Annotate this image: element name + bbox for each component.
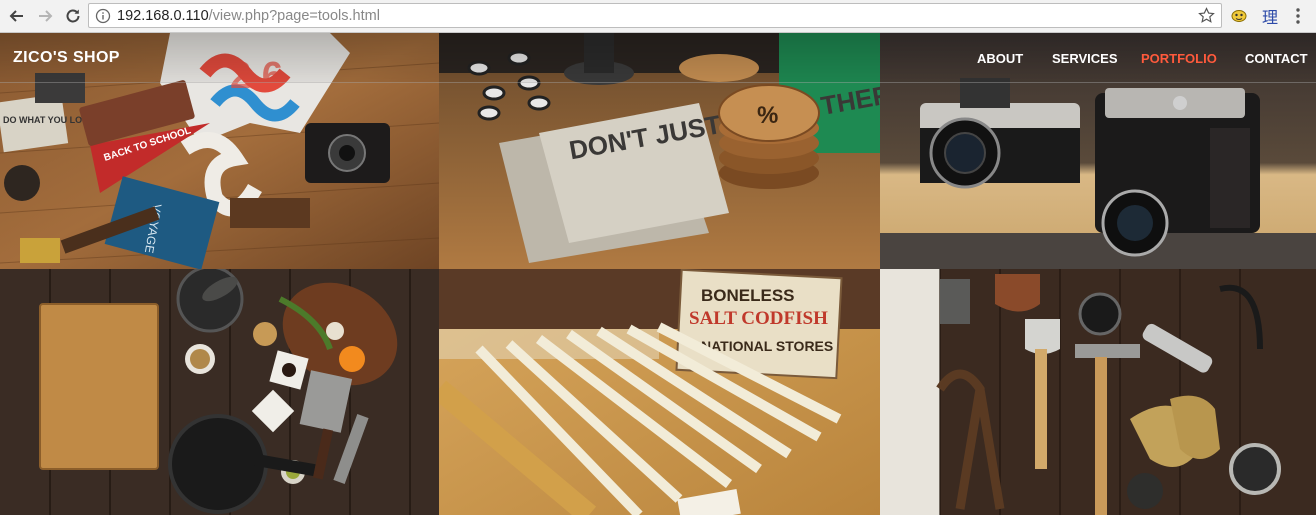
card-text: DO WHAT YOU LOVE <box>3 115 94 125</box>
sign-line-1: BONELESS <box>701 286 795 305</box>
portfolio-item-rulers[interactable]: BONELESS SALT CODFISH NATIONAL STORES <box>439 269 880 515</box>
back-button[interactable] <box>4 3 30 29</box>
site-info-icon[interactable] <box>92 5 114 27</box>
more-menu-icon[interactable] <box>1296 8 1300 29</box>
forward-arrow-icon <box>39 10 53 22</box>
url-host: 192.168.0.110 <box>117 7 209 24</box>
site-navbar: ZICO'S SHOP ABOUT SERVICES PORTFOLIO CON… <box>0 33 1316 83</box>
site-brand-logo[interactable]: ZICO'S SHOP <box>13 49 120 67</box>
tools-photo <box>880 269 1316 515</box>
nav-link-contact[interactable]: CONTACT <box>1245 51 1308 66</box>
web-page: 2.6 BACK TO SCHOOL DO WHAT YOU LOVE VOYA… <box>0 33 1316 515</box>
rulers-photo: BONELESS SALT CODFISH NATIONAL STORES <box>439 269 880 515</box>
coaster-stack: % <box>718 84 820 189</box>
address-bar[interactable]: 192.168.0.110/view.php?page=tools.html <box>88 3 1222 28</box>
bookmark-star-icon[interactable] <box>1198 7 1215 29</box>
url-path: /view.php?page=tools.html <box>208 7 380 24</box>
back-arrow-icon <box>9 10 23 22</box>
nav-link-portfolio[interactable]: PORTFOLIO <box>1141 51 1217 66</box>
portfolio-item-tools[interactable] <box>880 269 1316 515</box>
sign-line-3: NATIONAL STORES <box>701 338 833 354</box>
portfolio-grid: 2.6 BACK TO SCHOOL DO WHAT YOU LOVE VOYA… <box>0 33 1316 515</box>
forward-button[interactable] <box>32 3 58 29</box>
kitchen-photo <box>0 269 439 515</box>
browser-toolbar: 192.168.0.110/view.php?page=tools.html 理 <box>0 0 1316 33</box>
extension-icon[interactable] <box>1231 7 1247 23</box>
url-text: 192.168.0.110/view.php?page=tools.html <box>117 8 380 24</box>
sign-line-2: SALT CODFISH <box>689 308 828 329</box>
coaster-text: % <box>757 102 778 129</box>
reload-icon <box>66 9 80 23</box>
reload-button[interactable] <box>60 3 86 29</box>
portfolio-item-kitchen[interactable] <box>0 269 439 515</box>
translate-extension-icon[interactable]: 理 <box>1262 4 1278 28</box>
nav-link-about[interactable]: ABOUT <box>977 51 1023 66</box>
nav-link-services[interactable]: SERVICES <box>1052 51 1118 66</box>
